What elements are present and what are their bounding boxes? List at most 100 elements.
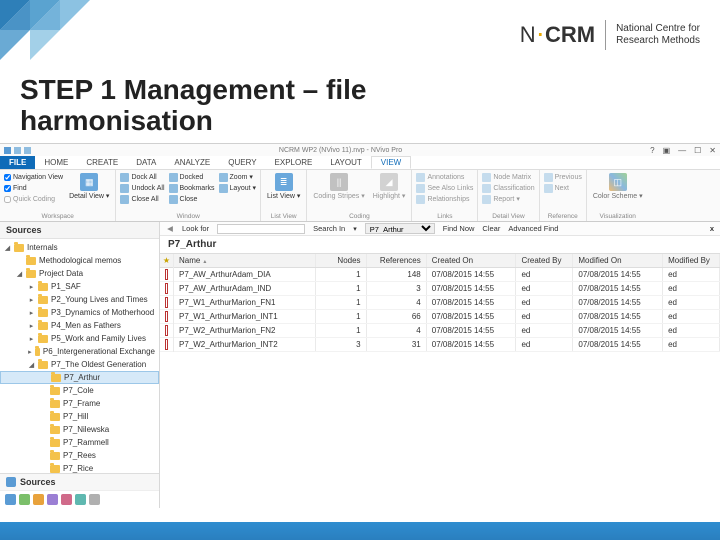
save-icon[interactable] (4, 147, 11, 154)
coding-stripes-button[interactable]: ||Coding Stripes ▾ (311, 172, 366, 201)
tree-item[interactable]: P7_Frame (0, 397, 159, 410)
tree-item[interactable]: P7_Rees (0, 449, 159, 462)
sources-tree[interactable]: ◢Internals Methodological memos ◢Project D… (0, 239, 159, 473)
undo-icon[interactable] (14, 147, 21, 154)
tree-item[interactable]: ▸P1_SAF (0, 280, 159, 293)
nav-view-checkbox[interactable]: Navigation View (4, 172, 63, 182)
find-checkbox[interactable]: Find (4, 183, 63, 193)
dock-all-icon (120, 173, 129, 182)
table-row[interactable]: P7_AW_ArthurAdam_DIA114807/08/2015 14:55… (160, 268, 720, 282)
col-nodes[interactable]: Nodes (316, 254, 366, 267)
col-created-by[interactable]: Created By (516, 254, 573, 267)
col-modified[interactable]: Modified On (573, 254, 663, 267)
find-now-link[interactable]: Find Now (443, 224, 475, 233)
folder-icon (35, 348, 40, 356)
tree-item[interactable]: ▸P5_Work and Family Lives (0, 332, 159, 345)
table-row[interactable]: P7_AW_ArthurAdam_IND1307/08/2015 14:55ed… (160, 282, 720, 296)
node-matrix-button[interactable]: Node Matrix (482, 172, 534, 182)
tree-item[interactable]: ◢P7_The Oldest Generation (0, 358, 159, 371)
grid-header[interactable]: ★ Name▴ Nodes References Created On Crea… (160, 253, 720, 268)
nav-mini-icon[interactable] (5, 494, 16, 505)
tree-item[interactable]: ▸P4_Men as Fathers (0, 319, 159, 332)
tree-item[interactable]: P7_Arthur (0, 371, 159, 384)
search-in-select[interactable]: P7_Arthur (365, 223, 435, 234)
nav-mini-icon[interactable] (75, 494, 86, 505)
tab-analyze[interactable]: ANALYZE (165, 156, 219, 169)
nav-mini-icons[interactable] (0, 491, 159, 508)
nav-mini-icon[interactable] (89, 494, 100, 505)
tree-item-label: Methodological memos (39, 256, 121, 265)
nav-mini-icon[interactable] (33, 494, 44, 505)
cell-refs: 148 (367, 268, 427, 281)
table-row[interactable]: P7_W2_ArthurMarion_INT233107/08/2015 14:… (160, 338, 720, 352)
cell-modified-by: ed (663, 310, 720, 323)
next-button[interactable]: Next (544, 183, 582, 193)
find-close-icon[interactable]: x (710, 224, 714, 233)
nav-mini-icon[interactable] (47, 494, 58, 505)
tree-item[interactable]: ▸P6_Intergenerational Exchange (0, 345, 159, 358)
col-modified-by[interactable]: Modified By (663, 254, 720, 267)
nav-mini-icon[interactable] (19, 494, 30, 505)
quick-coding-checkbox[interactable]: Quick Coding (4, 194, 63, 204)
ribbon-options-icon[interactable]: ▣ (663, 146, 671, 155)
report-button[interactable]: Report ▾ (482, 194, 534, 204)
caret-icon: ▸ (28, 348, 32, 356)
help-icon[interactable]: ? (650, 146, 654, 155)
tab-file[interactable]: FILE (0, 156, 35, 169)
detail-view-button[interactable]: ▦Detail View ▾ (67, 172, 111, 201)
tree-item[interactable]: P7_Rammell (0, 436, 159, 449)
tab-create[interactable]: CREATE (77, 156, 127, 169)
tree-item[interactable]: P7_Cole (0, 384, 159, 397)
tree-item[interactable]: Methodological memos (0, 254, 159, 267)
list-view-button[interactable]: ≣List View ▾ (265, 172, 302, 201)
tab-view[interactable]: VIEW (371, 156, 411, 169)
table-row[interactable]: P7_W1_ArthurMarion_INT116607/08/2015 14:… (160, 310, 720, 324)
collapse-find-icon[interactable]: ◀ (166, 224, 174, 233)
bookmarks-button[interactable]: Bookmarks (169, 183, 215, 193)
tree-item[interactable]: P7_Nilewska (0, 423, 159, 436)
table-row[interactable]: P7_W1_ArthurMarion_FN11407/08/2015 14:55… (160, 296, 720, 310)
col-refs[interactable]: References (367, 254, 427, 267)
layout-button[interactable]: Layout ▾ (219, 183, 256, 193)
close-button[interactable]: Close (169, 194, 215, 204)
tab-explore[interactable]: EXPLORE (266, 156, 322, 169)
zoom-button[interactable]: Zoom ▾ (219, 172, 256, 182)
color-scheme-button[interactable]: ◫Color Scheme ▾ (591, 172, 645, 201)
close-window-icon[interactable]: ✕ (709, 146, 716, 155)
previous-button[interactable]: Previous (544, 172, 582, 182)
ribbon-group-visualization: ◫Color Scheme ▾ Visualization (587, 170, 649, 221)
nav-mini-icon[interactable] (61, 494, 72, 505)
highlight-button[interactable]: ◢Highlight ▾ (371, 172, 408, 201)
quick-access-toolbar[interactable] (4, 147, 31, 154)
classification-button[interactable]: Classification (482, 183, 534, 193)
tree-item[interactable]: ▸P3_Dynamics of Motherhood (0, 306, 159, 319)
clear-link[interactable]: Clear (482, 224, 500, 233)
annotations-button[interactable]: Annotations (416, 172, 473, 182)
caret-icon: ◢ (4, 244, 11, 252)
redo-icon[interactable] (24, 147, 31, 154)
tree-item[interactable]: P7_Rice (0, 462, 159, 473)
tab-data[interactable]: DATA (127, 156, 165, 169)
look-for-input[interactable] (217, 224, 305, 234)
close-all-button[interactable]: Close All (120, 194, 164, 204)
tab-layout[interactable]: LAYOUT (321, 156, 370, 169)
nav-section-sources[interactable]: Sources (0, 474, 159, 491)
tab-home[interactable]: HOME (35, 156, 77, 169)
col-name[interactable]: Name▴ (174, 254, 316, 267)
see-also-button[interactable]: See Also Links (416, 183, 473, 193)
minimize-icon[interactable]: — (678, 146, 686, 155)
advanced-find-link[interactable]: Advanced Find (508, 224, 558, 233)
table-row[interactable]: P7_W2_ArthurMarion_FN21407/08/2015 14:55… (160, 324, 720, 338)
col-created[interactable]: Created On (427, 254, 517, 267)
dock-all-button[interactable]: Dock All (120, 172, 164, 182)
ribbon-group-workspace: Navigation View Find Quick Coding ▦Detai… (0, 170, 116, 221)
tree-item[interactable]: ▸P2_Young Lives and Times (0, 293, 159, 306)
tree-item[interactable]: P7_Hill (0, 410, 159, 423)
tree-item[interactable]: ◢Project Data (0, 267, 159, 280)
maximize-icon[interactable]: ☐ (694, 146, 701, 155)
undock-all-button[interactable]: Undock All (120, 183, 164, 193)
tree-item[interactable]: ◢Internals (0, 241, 159, 254)
docked-button[interactable]: Docked (169, 172, 215, 182)
relationships-button[interactable]: Relationships (416, 194, 473, 204)
tab-query[interactable]: QUERY (219, 156, 265, 169)
